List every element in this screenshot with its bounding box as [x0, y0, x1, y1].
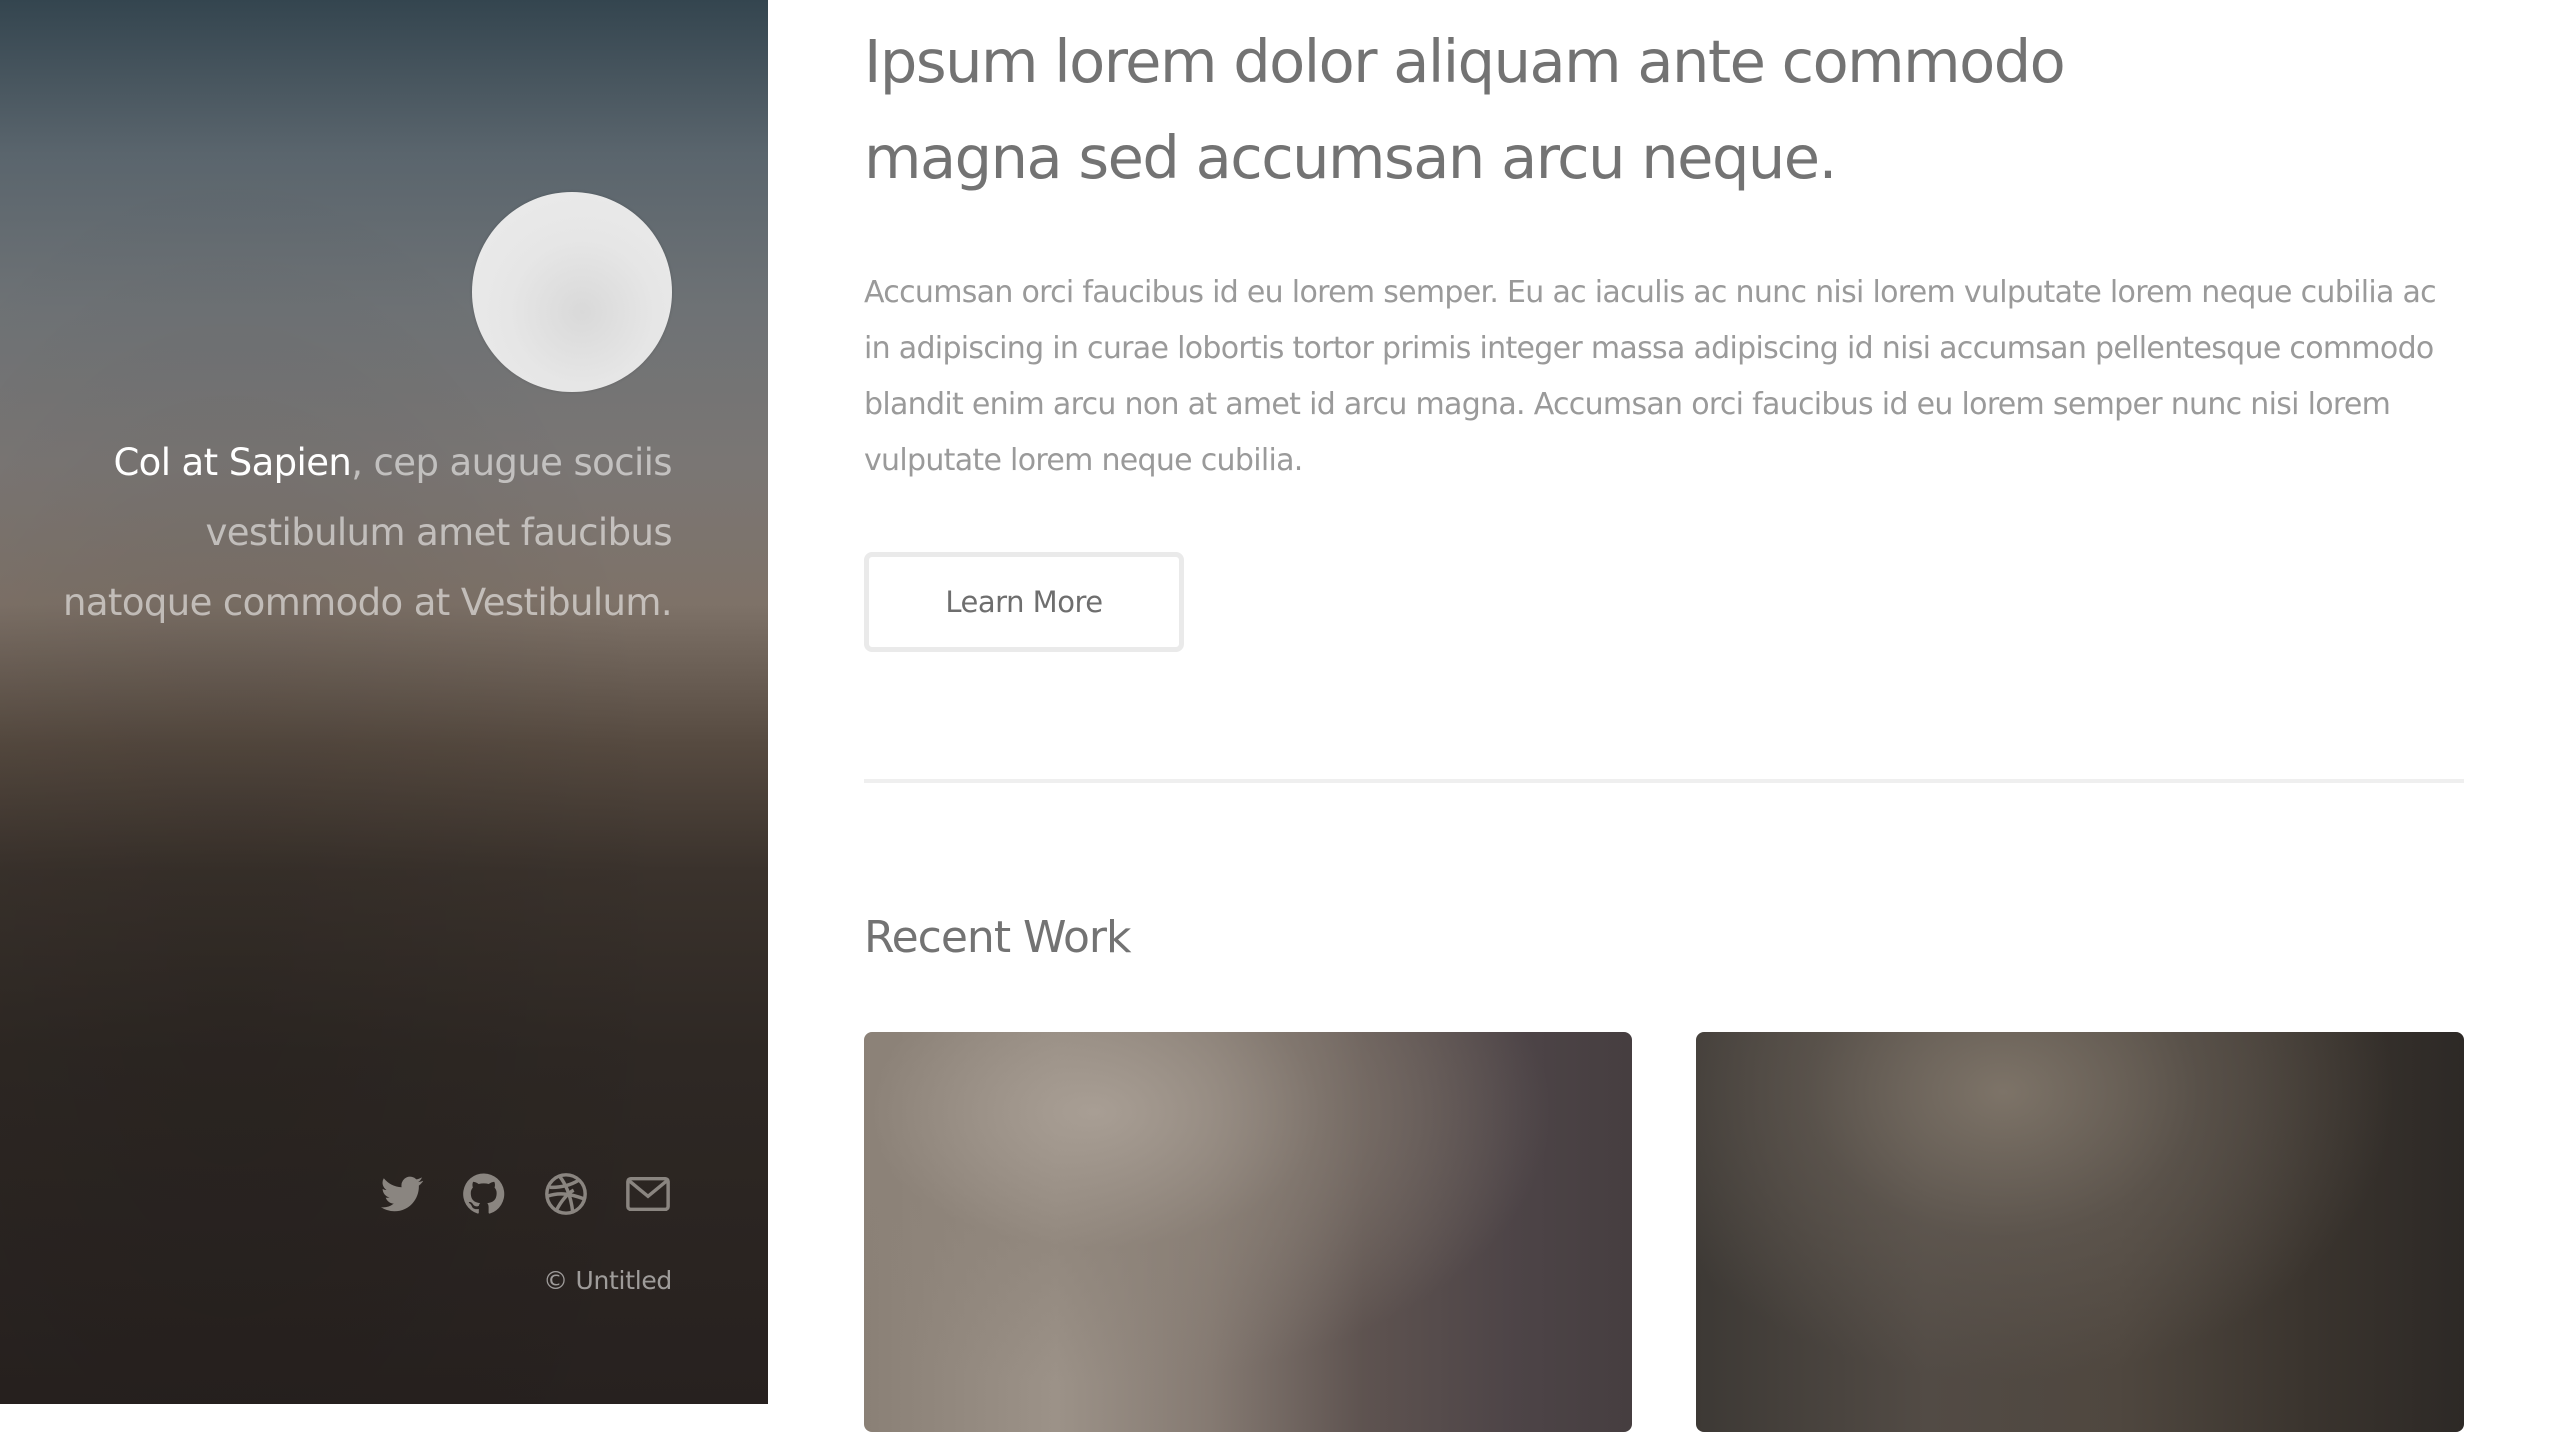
work-thumbnail[interactable] [864, 1032, 1632, 1432]
intro-text: Col at Sapien, cep augue sociis vestibul… [52, 428, 673, 638]
social-links [378, 1170, 672, 1218]
work-thumbnail[interactable] [1696, 1032, 2464, 1432]
dribbble-link[interactable] [542, 1170, 590, 1218]
github-link[interactable] [460, 1170, 508, 1218]
recent-work-grid [864, 1032, 2464, 1432]
intro-name: Col at Sapien [113, 441, 352, 484]
recent-work-title: Recent Work [864, 912, 1131, 963]
dribbble-icon [545, 1173, 587, 1215]
twitter-icon [380, 1176, 424, 1212]
email-link[interactable] [624, 1170, 672, 1218]
section-divider [864, 779, 2464, 783]
twitter-link[interactable] [378, 1170, 426, 1218]
sidebar: Col at Sapien, cep augue sociis vestibul… [0, 0, 768, 1404]
lead-paragraph: Accumsan orci faucibus id eu lorem sempe… [864, 275, 2437, 478]
envelope-icon [626, 1176, 670, 1212]
github-icon [463, 1173, 505, 1214]
avatar [472, 192, 672, 392]
main-content: Ipsum lorem dolor aliquam ante commodo m… [864, 0, 2464, 1432]
page-headline: Ipsum lorem dolor aliquam ante commodo m… [864, 27, 2066, 192]
learn-more-button[interactable]: Learn More [864, 552, 1184, 652]
copyright: © Untitled [543, 1266, 672, 1295]
